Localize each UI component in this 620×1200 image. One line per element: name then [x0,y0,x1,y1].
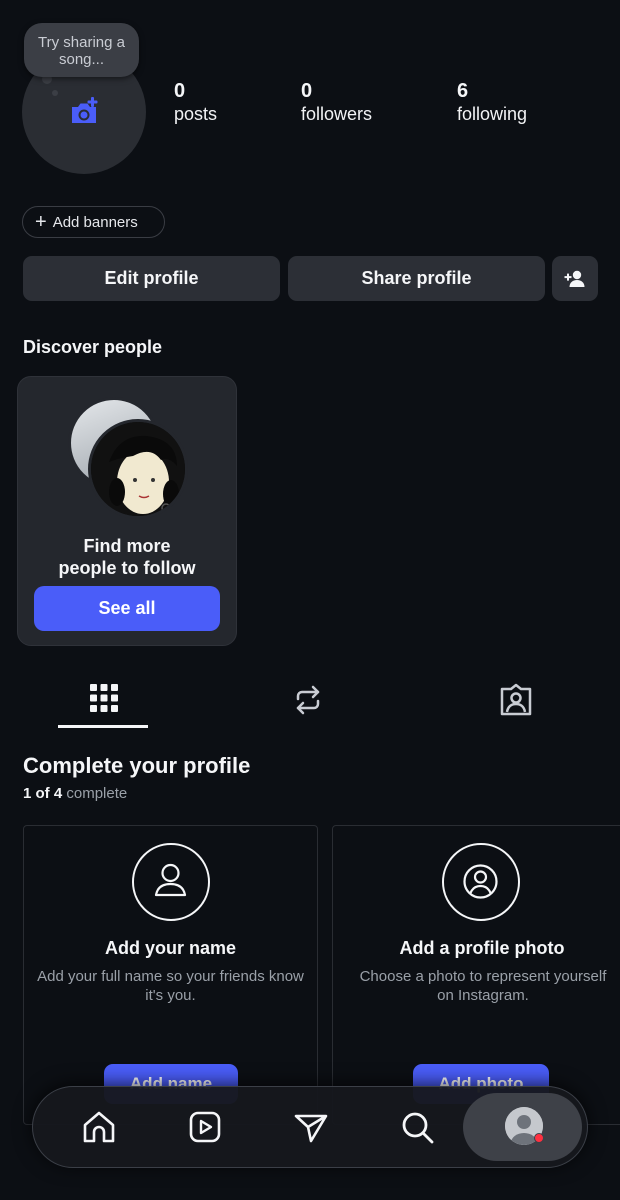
search-icon[interactable] [397,1107,437,1147]
followers-count: 0 [301,80,313,102]
illustration-avatar-image [91,422,185,516]
messages-icon[interactable] [291,1107,331,1147]
posts-stat[interactable]: 0 posts [174,80,217,126]
tagged-icon [500,683,532,716]
add-user-icon [564,270,585,287]
profile-photo-icon [442,843,520,921]
plus-icon: + [35,211,47,233]
task-title: Add a profile photo [399,938,565,958]
following-label: following [457,104,528,124]
following-count: 6 [457,80,469,102]
home-icon[interactable] [79,1107,119,1147]
following-stat[interactable]: 6 following [457,80,527,126]
complete-profile-progress: 1 of 4 complete [23,785,127,802]
bottom-nav-bar [32,1086,588,1168]
add-photo-icon [72,97,98,123]
tab-reposts[interactable] [288,680,328,720]
posts-label: posts [174,104,218,124]
grid-icon [90,684,118,712]
discover-people-button[interactable] [552,256,598,301]
add-banners-label: Add banners [52,213,138,231]
reposts-icon [296,685,320,715]
discover-card[interactable]: Find more people to follow See all [17,376,237,646]
add-banners-button[interactable]: + Add banners [22,206,165,238]
edit-profile-button[interactable]: Edit profile [23,256,280,301]
notification-dot [534,1133,544,1143]
followers-label: followers [301,104,373,124]
share-profile-button[interactable]: Share profile [288,256,545,301]
task-card-add-name: Add your name Add your full name so your… [23,825,318,1125]
person-icon [132,843,210,921]
progress-suffix: complete [66,785,128,802]
task-description: Choose a photo to represent yourself on … [359,968,607,1004]
note-bubble-tail-small [52,90,58,96]
complete-profile-title: Complete your profile [23,753,251,778]
progress-count: 1 of 4 [23,785,63,802]
active-tab-indicator [58,725,148,728]
find-more-text: Find more people to follow [58,536,196,578]
tab-tagged[interactable] [496,680,536,720]
find-more-people-text: Find more people to follow [18,535,236,579]
tab-posts-grid[interactable] [84,680,124,720]
posts-count: 0 [174,80,186,102]
task-card-add-photo: Add a profile photo Choose a photo to re… [332,825,620,1125]
task-title: Add your name [104,938,237,958]
reels-icon[interactable] [185,1107,225,1147]
suggested-avatar-2 [88,419,188,519]
followers-stat[interactable]: 0 followers [301,80,372,126]
discover-people-title: Discover people [23,337,163,357]
see-all-button[interactable]: See all [34,586,220,631]
note-bubble[interactable]: Try sharing a song... [24,23,139,77]
task-description: Add your full name so your friends know … [37,968,304,1004]
note-text: Try sharing a song... [38,34,125,68]
